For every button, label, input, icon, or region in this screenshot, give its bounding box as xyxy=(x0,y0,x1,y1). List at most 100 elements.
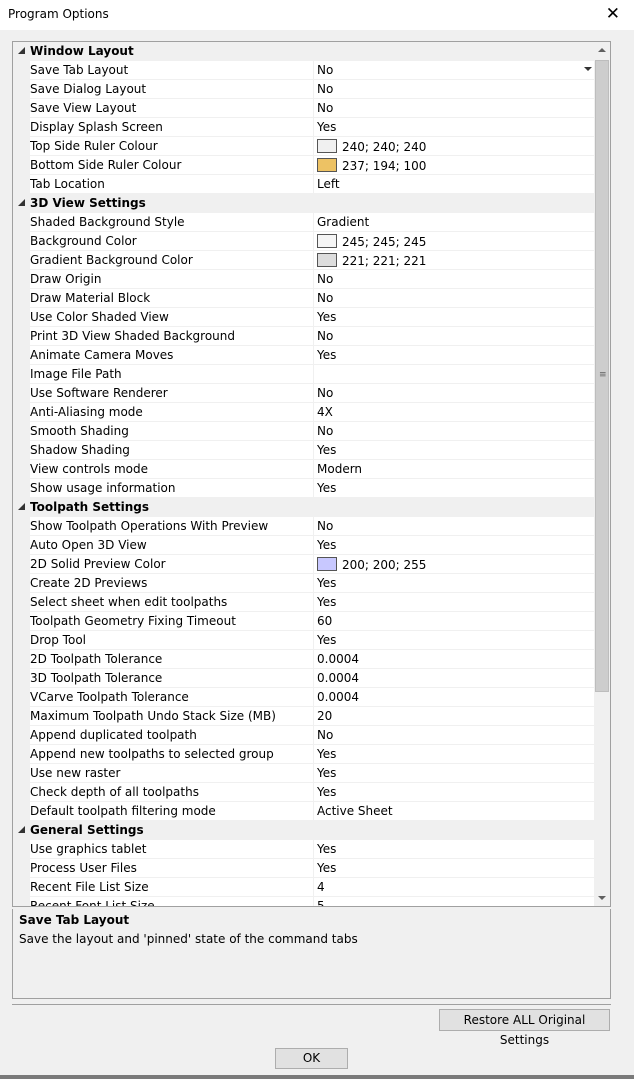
scroll-up-arrow-icon[interactable] xyxy=(598,48,606,52)
vertical-scrollbar[interactable]: ≡ xyxy=(594,42,610,906)
category-header[interactable]: Toolpath Settings xyxy=(13,498,594,517)
property-row[interactable]: Save Dialog Layout No xyxy=(13,80,594,99)
property-row[interactable]: Animate Camera Moves Yes xyxy=(13,346,594,365)
property-value[interactable]: 4X xyxy=(313,403,594,422)
color-swatch[interactable] xyxy=(317,557,337,571)
property-value[interactable]: 221; 221; 221 xyxy=(313,251,594,270)
ok-button[interactable]: OK xyxy=(275,1048,348,1069)
property-value[interactable]: No xyxy=(313,61,594,80)
collapse-triangle-icon[interactable] xyxy=(18,503,25,510)
collapse-triangle-icon[interactable] xyxy=(18,199,25,206)
property-value[interactable]: Yes xyxy=(313,783,594,802)
property-value[interactable]: Gradient xyxy=(313,213,594,232)
property-value[interactable]: 20 xyxy=(313,707,594,726)
property-value[interactable]: No xyxy=(313,726,594,745)
property-value[interactable]: No xyxy=(313,517,594,536)
property-value[interactable]: 200; 200; 255 xyxy=(313,555,594,574)
property-value[interactable]: No xyxy=(313,327,594,346)
property-value[interactable]: 5 xyxy=(313,897,594,906)
collapse-triangle-icon[interactable] xyxy=(18,47,25,54)
property-value[interactable]: 237; 194; 100 xyxy=(313,156,594,175)
property-row[interactable]: Create 2D Previews Yes xyxy=(13,574,594,593)
property-value[interactable]: Yes xyxy=(313,441,594,460)
property-row[interactable]: Maximum Toolpath Undo Stack Size (MB) 20 xyxy=(13,707,594,726)
scroll-down-arrow-icon[interactable] xyxy=(598,896,606,900)
property-row[interactable]: 2D Solid Preview Color 200; 200; 255 xyxy=(13,555,594,574)
property-value[interactable]: 60 xyxy=(313,612,594,631)
property-row[interactable]: VCarve Toolpath Tolerance 0.0004 xyxy=(13,688,594,707)
property-row[interactable]: Auto Open 3D View Yes xyxy=(13,536,594,555)
property-value[interactable]: Yes xyxy=(313,346,594,365)
property-row[interactable]: Check depth of all toolpaths Yes xyxy=(13,783,594,802)
property-row[interactable]: Gradient Background Color 221; 221; 221 xyxy=(13,251,594,270)
property-value[interactable]: Yes xyxy=(313,840,594,859)
category-header[interactable]: General Settings xyxy=(13,821,594,840)
color-swatch[interactable] xyxy=(317,158,337,172)
property-row[interactable]: Save View Layout No xyxy=(13,99,594,118)
property-value[interactable]: Yes xyxy=(313,118,594,137)
property-value[interactable]: 0.0004 xyxy=(313,650,594,669)
restore-all-settings-button[interactable]: Restore ALL Original Settings xyxy=(439,1009,610,1047)
color-swatch[interactable] xyxy=(317,234,337,248)
property-row[interactable]: Draw Material Block No xyxy=(13,289,594,308)
property-row[interactable]: Shaded Background Style Gradient xyxy=(13,213,594,232)
property-value[interactable]: Yes xyxy=(313,479,594,498)
property-row[interactable]: Show usage information Yes xyxy=(13,479,594,498)
close-icon[interactable]: ✕ xyxy=(606,4,620,24)
property-row[interactable]: Default toolpath filtering mode Active Sh… xyxy=(13,802,594,821)
dropdown-arrow-icon[interactable] xyxy=(584,67,592,71)
property-row[interactable]: Background Color 245; 245; 245 xyxy=(13,232,594,251)
property-row[interactable]: Append new toolpaths to selected group Ye… xyxy=(13,745,594,764)
property-row[interactable]: Use graphics tablet Yes xyxy=(13,840,594,859)
property-row[interactable]: Select sheet when edit toolpaths Yes xyxy=(13,593,594,612)
property-row[interactable]: Print 3D View Shaded Background No xyxy=(13,327,594,346)
property-row[interactable]: Display Splash Screen Yes xyxy=(13,118,594,137)
category-header[interactable]: 3D View Settings xyxy=(13,194,594,213)
property-row[interactable]: Use Color Shaded View Yes xyxy=(13,308,594,327)
property-row[interactable]: Recent File List Size 4 xyxy=(13,878,594,897)
property-value[interactable]: No xyxy=(313,99,594,118)
property-value[interactable]: Active Sheet xyxy=(313,802,594,821)
property-value[interactable]: No xyxy=(313,384,594,403)
property-row[interactable]: Recent Font List Size 5 xyxy=(13,897,594,906)
scroll-thumb[interactable]: ≡ xyxy=(595,60,609,692)
property-row[interactable]: Append duplicated toolpath No xyxy=(13,726,594,745)
property-value[interactable]: Yes xyxy=(313,536,594,555)
property-value[interactable] xyxy=(313,365,594,384)
property-value[interactable]: Yes xyxy=(313,631,594,650)
property-row[interactable]: Anti-Aliasing mode 4X xyxy=(13,403,594,422)
property-value[interactable]: Left xyxy=(313,175,594,194)
property-value[interactable]: Yes xyxy=(313,308,594,327)
property-row[interactable]: Image File Path xyxy=(13,365,594,384)
category-header[interactable]: Window Layout xyxy=(13,42,594,61)
property-value[interactable]: No xyxy=(313,289,594,308)
property-row[interactable]: Top Side Ruler Colour 240; 240; 240 xyxy=(13,137,594,156)
property-value[interactable]: Yes xyxy=(313,593,594,612)
property-value[interactable]: 4 xyxy=(313,878,594,897)
property-row[interactable]: Smooth Shading No xyxy=(13,422,594,441)
property-row[interactable]: Tab Location Left xyxy=(13,175,594,194)
color-swatch[interactable] xyxy=(317,139,337,153)
property-row[interactable]: View controls mode Modern xyxy=(13,460,594,479)
property-row[interactable]: Drop Tool Yes xyxy=(13,631,594,650)
property-row[interactable]: Save Tab Layout No xyxy=(13,61,594,80)
property-value[interactable]: Yes xyxy=(313,574,594,593)
property-value[interactable]: Yes xyxy=(313,745,594,764)
property-row[interactable]: Use new raster Yes xyxy=(13,764,594,783)
property-value[interactable]: 245; 245; 245 xyxy=(313,232,594,251)
property-value[interactable]: 240; 240; 240 xyxy=(313,137,594,156)
property-value[interactable]: No xyxy=(313,270,594,289)
property-value[interactable]: 0.0004 xyxy=(313,669,594,688)
property-value[interactable]: Yes xyxy=(313,859,594,878)
color-swatch[interactable] xyxy=(317,253,337,267)
property-value[interactable]: No xyxy=(313,422,594,441)
property-value[interactable]: Yes xyxy=(313,764,594,783)
property-row[interactable]: Draw Origin No xyxy=(13,270,594,289)
property-row[interactable]: Bottom Side Ruler Colour 237; 194; 100 xyxy=(13,156,594,175)
property-row[interactable]: 3D Toolpath Tolerance 0.0004 xyxy=(13,669,594,688)
collapse-triangle-icon[interactable] xyxy=(18,826,25,833)
property-row[interactable]: Process User Files Yes xyxy=(13,859,594,878)
property-value[interactable]: Modern xyxy=(313,460,594,479)
property-row[interactable]: Show Toolpath Operations With Preview No xyxy=(13,517,594,536)
property-row[interactable]: 2D Toolpath Tolerance 0.0004 xyxy=(13,650,594,669)
